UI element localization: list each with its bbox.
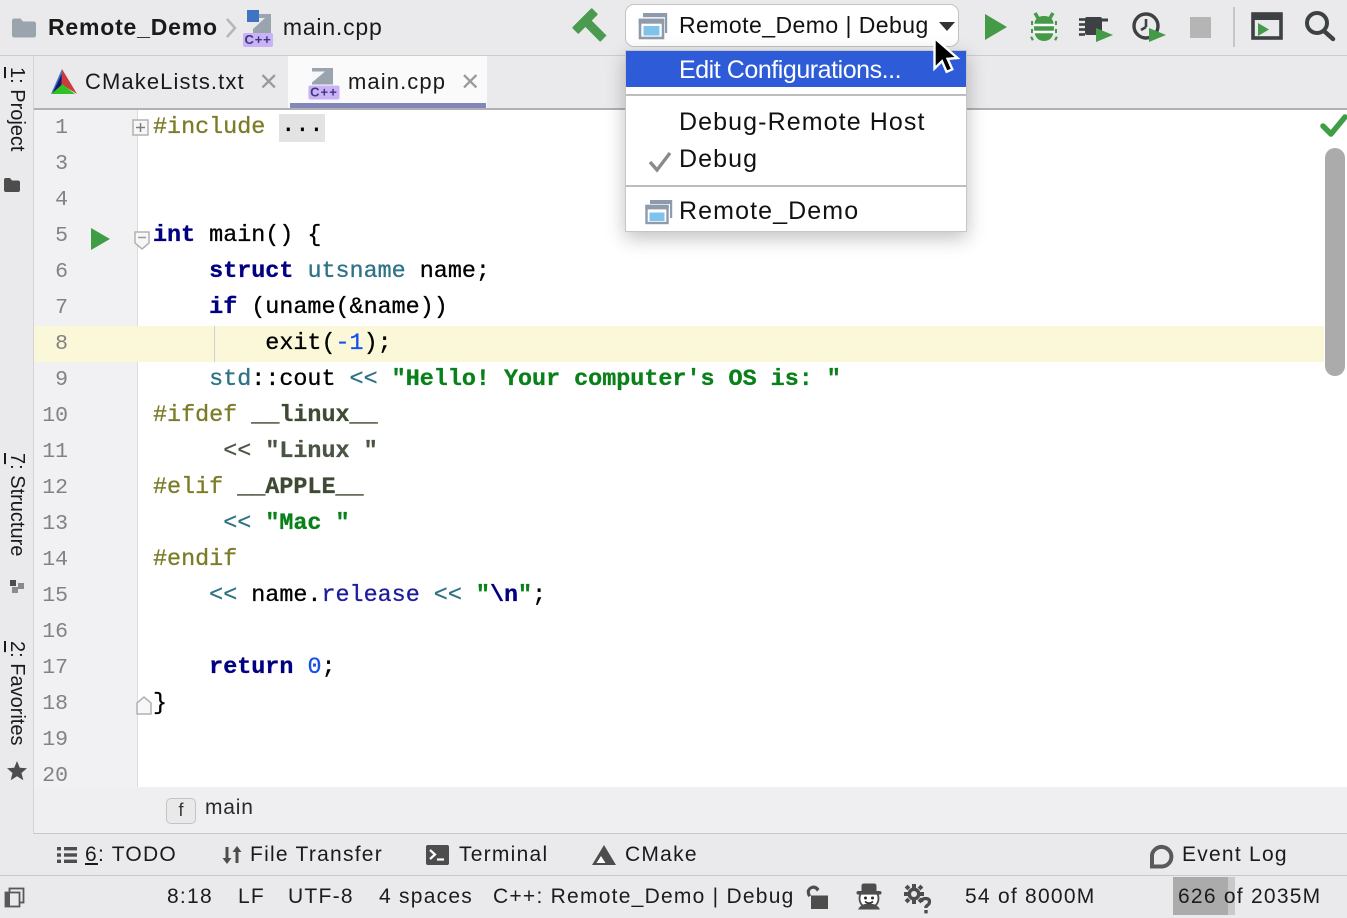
svg-text:C++: C++ [244,32,271,47]
svg-text:C++: C++ [310,84,338,99]
